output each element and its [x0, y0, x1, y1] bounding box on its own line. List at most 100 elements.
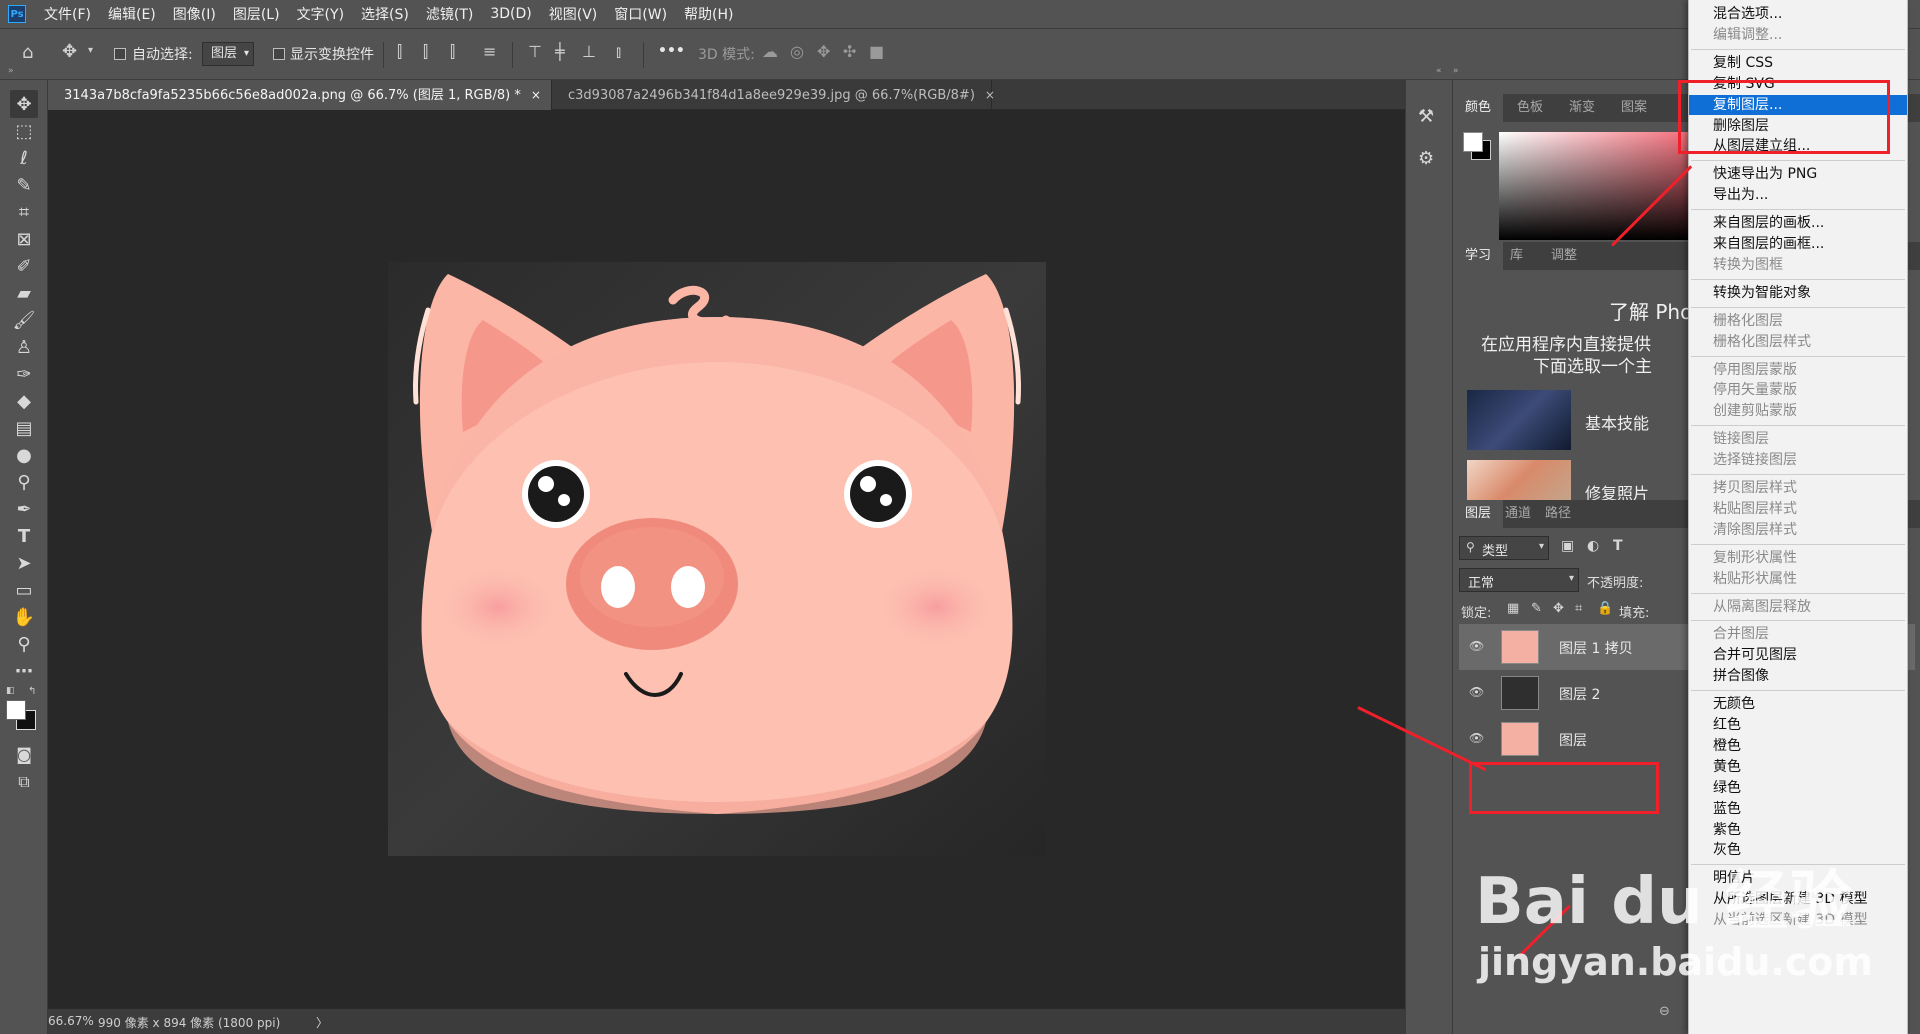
menu-item[interactable]: 窗口(W): [614, 4, 667, 24]
context-menu-item[interactable]: 清除图层样式: [1689, 520, 1907, 540]
blend-mode-dropdown[interactable]: 正常 ▾: [1459, 568, 1579, 592]
context-menu-item[interactable]: 栅格化图层样式: [1689, 332, 1907, 352]
context-menu-item[interactable]: 合并可见图层: [1689, 645, 1907, 665]
align-bottom-icon[interactable]: ⊥: [582, 42, 596, 61]
menu-item[interactable]: 图层(L): [233, 4, 280, 24]
context-menu-item[interactable]: 导出为...: [1689, 185, 1907, 205]
context-menu-item[interactable]: 从隔离图层释放: [1689, 597, 1907, 617]
context-menu-item[interactable]: 停用图层蒙版: [1689, 360, 1907, 380]
slide-3d-icon[interactable]: ✣: [843, 42, 856, 61]
frame-tool-icon[interactable]: ⊠: [10, 225, 38, 253]
menu-item[interactable]: 视图(V): [549, 4, 598, 24]
quick-select-tool-icon[interactable]: ✎: [10, 171, 38, 199]
zoom-level[interactable]: 66.67%: [48, 1014, 94, 1028]
tab-paths[interactable]: 路径: [1533, 500, 1583, 528]
foreground-color-swatch[interactable]: [6, 700, 26, 720]
menu-item[interactable]: 帮助(H): [684, 4, 733, 24]
context-menu-item[interactable]: 粘贴形状属性: [1689, 569, 1907, 589]
context-menu-item[interactable]: 紫色: [1689, 820, 1907, 840]
document-image[interactable]: [388, 262, 1046, 856]
properties-panel-icon[interactable]: ⚙: [1418, 148, 1442, 172]
more-tools-icon[interactable]: ⋯: [10, 657, 38, 685]
marquee-tool-icon[interactable]: ⬚: [10, 117, 38, 145]
screen-mode-icon[interactable]: ⧉: [10, 768, 38, 796]
path-select-tool-icon[interactable]: ➤: [10, 549, 38, 577]
tab-learn[interactable]: 学习: [1453, 242, 1504, 270]
brush-tool-icon[interactable]: 🖌: [10, 306, 38, 334]
close-icon[interactable]: ×: [531, 88, 541, 102]
dodge-tool-icon[interactable]: ⚲: [10, 468, 38, 496]
menu-item[interactable]: 3D(D): [490, 6, 531, 22]
close-icon[interactable]: ×: [985, 88, 995, 102]
history-panel-icon[interactable]: ⚒: [1418, 106, 1442, 130]
tab-swatches[interactable]: 色板: [1505, 94, 1555, 122]
context-menu-item[interactable]: 编辑调整...: [1689, 25, 1907, 45]
tab-document-1[interactable]: 3143a7b8cfa9fa5235b66c56e8ad002a.png @ 6…: [48, 80, 552, 110]
move-tool-icon[interactable]: ✥: [62, 41, 77, 62]
align-top-icon[interactable]: ⊤: [528, 42, 542, 61]
context-menu-item[interactable]: 拼合图像: [1689, 666, 1907, 686]
tab-gradients[interactable]: 渐变: [1557, 94, 1607, 122]
crop-tool-icon[interactable]: ⌗: [10, 198, 38, 226]
tab-libraries[interactable]: 库: [1498, 242, 1535, 270]
menu-item[interactable]: 滤镜(T): [426, 4, 473, 24]
context-menu-item[interactable]: 创建剪贴蒙版: [1689, 401, 1907, 421]
collapse-icon[interactable]: »: [1453, 66, 1459, 76]
align-right-icon[interactable]: ⫿: [450, 42, 455, 62]
roll-3d-icon[interactable]: ◎: [790, 42, 804, 61]
context-menu-item[interactable]: 橙色: [1689, 736, 1907, 756]
align-middle-icon[interactable]: ╪: [555, 42, 565, 61]
tab-document-2[interactable]: c3d93087a2496b341f84d1a8ee929e39.jpg @ 6…: [552, 80, 995, 110]
context-menu-item[interactable]: 拷贝图层样式: [1689, 478, 1907, 498]
eraser-tool-icon[interactable]: ◆: [10, 387, 38, 415]
context-menu-item[interactable]: 混合选项...: [1689, 4, 1907, 24]
lock-pixels-icon[interactable]: ✎: [1531, 601, 1542, 616]
menu-item[interactable]: 文字(Y): [297, 4, 344, 24]
lock-artboard-icon[interactable]: ⌗: [1575, 601, 1582, 616]
default-colors-icon[interactable]: ◧: [6, 686, 15, 696]
context-menu-item[interactable]: 栅格化图层: [1689, 311, 1907, 331]
context-menu-item[interactable]: 绿色: [1689, 778, 1907, 798]
distribute-vertical-icon[interactable]: ⫾: [616, 42, 621, 62]
align-left-icon[interactable]: ⫿: [397, 42, 402, 62]
menu-item[interactable]: 图像(I): [173, 4, 216, 24]
context-menu-item[interactable]: 转换为图框: [1689, 255, 1907, 275]
tab-patterns[interactable]: 图案: [1609, 94, 1659, 122]
context-menu-item[interactable]: 停用矢量蒙版: [1689, 380, 1907, 400]
gradient-tool-icon[interactable]: ▤: [10, 414, 38, 442]
hand-tool-icon[interactable]: ✋: [10, 603, 38, 631]
more-options-button[interactable]: •••: [658, 43, 685, 59]
lock-position-icon[interactable]: ✥: [1553, 601, 1564, 616]
show-transform-checkbox[interactable]: [273, 48, 285, 60]
context-menu-item[interactable]: 链接图层: [1689, 429, 1907, 449]
swap-colors-icon[interactable]: ↰: [28, 686, 36, 697]
quick-mask-icon[interactable]: ◙: [10, 740, 38, 768]
tutorial-basic-skills[interactable]: 基本技能: [1585, 410, 1649, 434]
context-menu-item[interactable]: 来自图层的画板...: [1689, 213, 1907, 233]
filter-adjustment-icon[interactable]: ◐: [1587, 538, 1599, 554]
context-menu-item[interactable]: 无颜色: [1689, 694, 1907, 714]
eye-icon[interactable]: 👁: [1469, 685, 1484, 699]
context-menu-item[interactable]: 黄色: [1689, 757, 1907, 777]
eye-icon[interactable]: 👁: [1469, 731, 1484, 745]
pan-3d-icon[interactable]: ✥: [817, 42, 830, 61]
layer-filter-dropdown[interactable]: ⚲ 类型 ▾: [1459, 536, 1549, 560]
context-menu-item[interactable]: 复制形状属性: [1689, 548, 1907, 568]
collapse-icon[interactable]: »: [8, 66, 14, 76]
rectangle-tool-icon[interactable]: ▭: [10, 576, 38, 604]
pen-tool-icon[interactable]: ✒: [10, 495, 38, 523]
foreground-color-swatch[interactable]: [1463, 132, 1483, 152]
type-tool-icon[interactable]: T: [10, 522, 38, 550]
context-menu-item[interactable]: 粘贴图层样式: [1689, 499, 1907, 519]
stamp-tool-icon[interactable]: ♙: [10, 333, 38, 361]
context-menu-item[interactable]: 红色: [1689, 715, 1907, 735]
auto-select-dropdown[interactable]: 图层 ▾: [202, 42, 254, 66]
menu-item[interactable]: 文件(F): [44, 4, 91, 24]
status-arrow-icon[interactable]: 〉: [316, 1014, 328, 1031]
move-tool-icon[interactable]: ✥: [10, 90, 38, 118]
link-layers-icon[interactable]: ⊖: [1659, 1004, 1670, 1019]
menu-item[interactable]: 编辑(E): [108, 4, 156, 24]
context-menu-item[interactable]: 蓝色: [1689, 799, 1907, 819]
history-brush-tool-icon[interactable]: ✑: [10, 360, 38, 388]
orbit-3d-icon[interactable]: ☁: [762, 42, 778, 61]
